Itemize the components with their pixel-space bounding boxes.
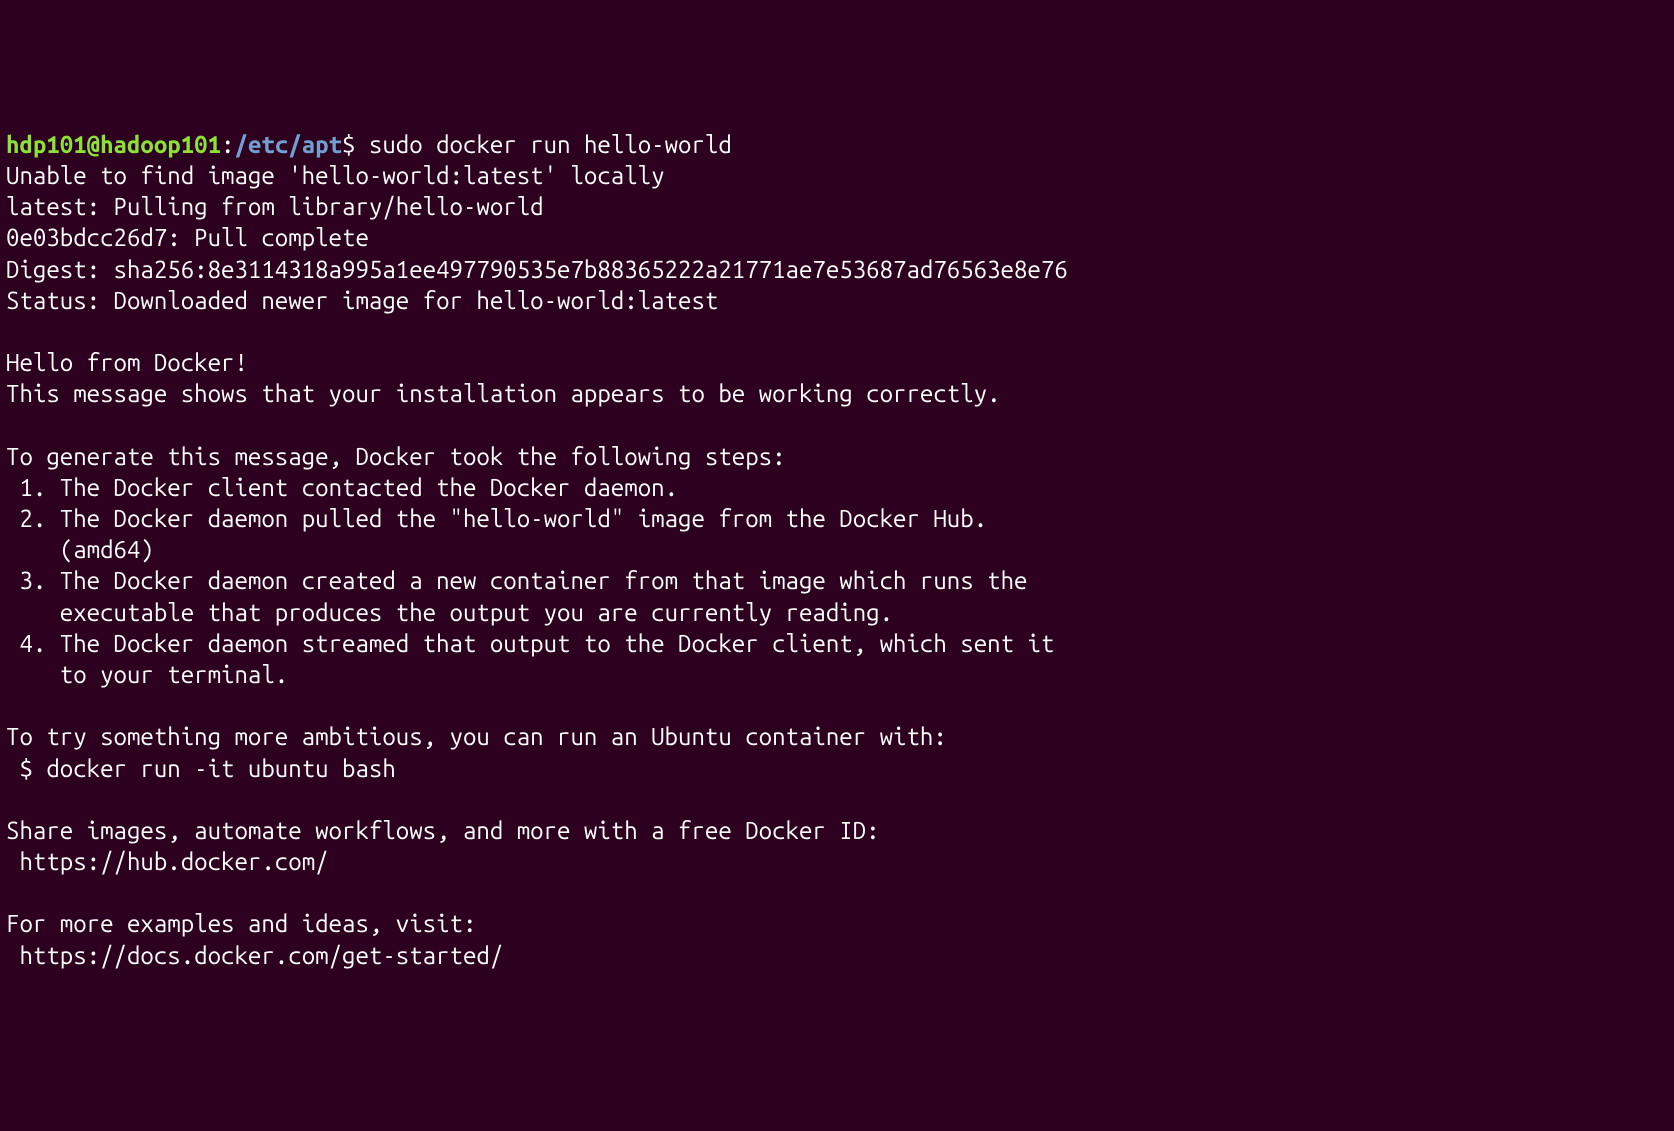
output-line: executable that produces the output you … [6, 599, 893, 626]
output-line: https://docs.docker.com/get-started/ [6, 942, 503, 969]
output-line: Hello from Docker! [6, 349, 248, 376]
output-line: 2. The Docker daemon pulled the "hello-w… [6, 505, 987, 532]
output-line: (amd64) [6, 536, 154, 563]
output-line: 1. The Docker client contacted the Docke… [6, 474, 678, 501]
output-line: latest: Pulling from library/hello-world [6, 193, 544, 220]
command-text: sudo docker run hello-world [369, 131, 732, 158]
output-line: For more examples and ideas, visit: [6, 910, 476, 937]
output-line: To generate this message, Docker took th… [6, 443, 786, 470]
output-line: 3. The Docker daemon created a new conta… [6, 567, 1027, 594]
output-line: This message shows that your installatio… [6, 380, 1001, 407]
prompt-line: hdp101@hadoop101:/etc/apt$ sudo docker r… [6, 131, 732, 158]
output-line: Unable to find image 'hello-world:latest… [6, 162, 665, 189]
output-line: Status: Downloaded newer image for hello… [6, 287, 718, 314]
prompt-path: /etc/apt [235, 131, 343, 158]
output-line: 0e03bdcc26d7: Pull complete [6, 224, 369, 251]
prompt-user-host: hdp101@hadoop101 [6, 131, 221, 158]
output-line: to your terminal. [6, 661, 288, 688]
prompt-colon: : [221, 131, 234, 158]
output-line: 4. The Docker daemon streamed that outpu… [6, 630, 1054, 657]
output-line: To try something more ambitious, you can… [6, 723, 947, 750]
output-line: $ docker run -it ubuntu bash [6, 755, 396, 782]
output-line: Share images, automate workflows, and mo… [6, 817, 880, 844]
output-line: Digest: sha256:8e3114318a995a1ee49779053… [6, 256, 1068, 283]
output-line: https://hub.docker.com/ [6, 848, 329, 875]
terminal-window[interactable]: hdp101@hadoop101:/etc/apt$ sudo docker r… [6, 129, 1668, 971]
prompt-dollar: $ [342, 131, 369, 158]
